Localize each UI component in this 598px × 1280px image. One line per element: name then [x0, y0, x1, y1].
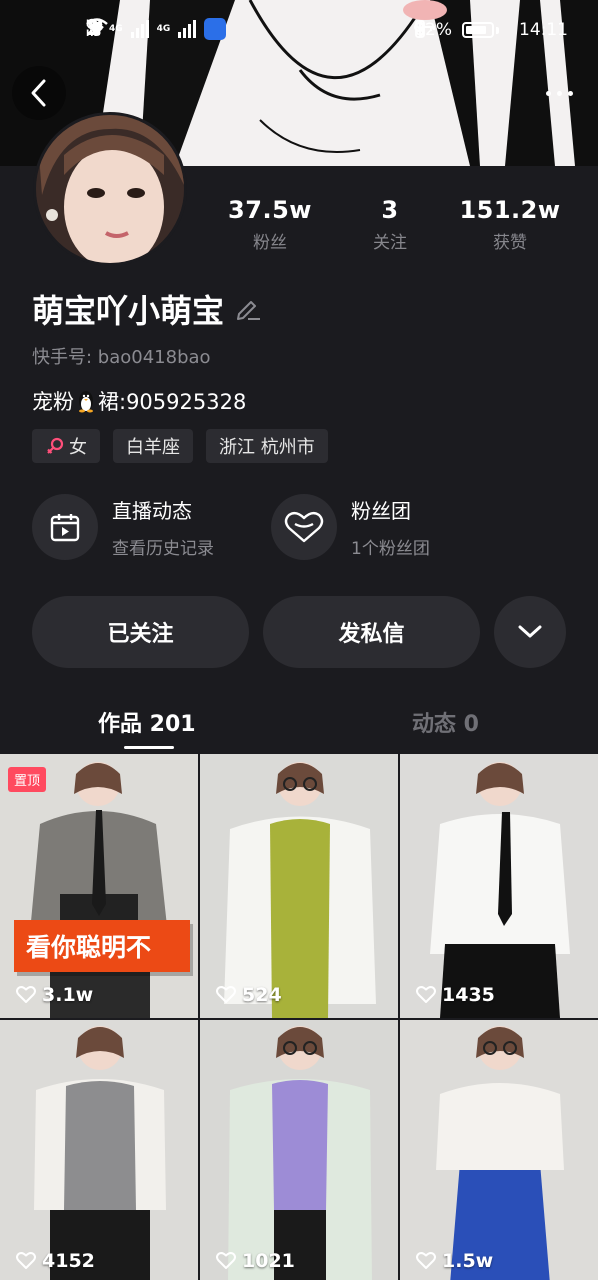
- more-dot-icon: [556, 90, 562, 96]
- tab-works[interactable]: 作品 201: [98, 706, 196, 738]
- female-icon: [47, 437, 64, 454]
- post-like-count: 4152: [42, 1250, 95, 1272]
- post-tile[interactable]: 1435: [400, 754, 598, 1018]
- post-like-count: 1435: [442, 984, 495, 1006]
- pinned-badge: 置顶: [8, 767, 47, 792]
- post-thumbnail: [200, 1020, 398, 1280]
- post-tile[interactable]: 置顶 看你聪明不 3.1w: [0, 754, 198, 1018]
- avatar-photo: [36, 115, 184, 263]
- signal-2-icon: [178, 20, 197, 38]
- post-thumbnail: [0, 1020, 198, 1280]
- entry-fan-club[interactable]: 粉丝团 1个粉丝团: [271, 494, 430, 560]
- edit-pencil-icon[interactable]: [234, 295, 262, 323]
- battery-icon: [462, 22, 494, 38]
- entry-live-history[interactable]: 直播动态 查看历史记录: [32, 494, 214, 560]
- status-bar: HD HD 4G 4G 82% 14:11: [0, 14, 598, 54]
- battery-tip: [496, 26, 499, 34]
- post-likes: 3.1w: [16, 984, 93, 1006]
- post-likes: 524: [216, 984, 282, 1006]
- bio-suffix: 裙:905925328: [98, 390, 247, 414]
- post-like-count: 1.5w: [442, 1250, 494, 1272]
- post-like-count: 1021: [242, 1250, 295, 1272]
- vibrate-icon: [415, 20, 426, 38]
- post-likes: 1435: [416, 984, 495, 1006]
- signal-1-icon: [130, 20, 149, 38]
- post-thumbnail: [0, 754, 198, 1018]
- post-thumbnail: [400, 754, 598, 1018]
- entry-title: 粉丝团: [351, 499, 411, 523]
- post-likes: 4152: [16, 1250, 95, 1272]
- kuaishou-id[interactable]: 快手号: bao0418bao: [32, 343, 211, 369]
- followed-button[interactable]: 已关注: [32, 596, 249, 668]
- bulb-app-icon: [86, 18, 227, 40]
- stat-label: 关注: [373, 233, 407, 253]
- signal-2-label: 4G: [156, 24, 171, 34]
- stat-value: 3: [381, 196, 399, 224]
- send-message-button[interactable]: 发私信: [263, 596, 480, 668]
- chevron-down-icon: [518, 625, 542, 638]
- profile-tags: 女 白羊座 浙江 杭州市: [32, 429, 328, 463]
- tag-gender: 女: [32, 429, 100, 463]
- avatar[interactable]: [33, 112, 187, 266]
- bio-prefix: 宠粉: [32, 390, 74, 414]
- entry-text: 粉丝团 1个粉丝团: [351, 495, 430, 559]
- post-tile[interactable]: 524: [200, 754, 398, 1018]
- heart-outline-icon: [416, 986, 436, 1003]
- heart-badge-icon: [284, 511, 324, 543]
- tag-label: 女: [69, 437, 87, 458]
- post-like-count: 3.1w: [42, 984, 94, 1006]
- signal-1-label: 4G: [109, 24, 123, 34]
- stat-following[interactable]: 3 关注: [330, 196, 450, 253]
- tag-label: 白羊座: [126, 437, 180, 458]
- heart-outline-icon: [216, 1252, 236, 1269]
- tag-location: 浙江 杭州市: [206, 429, 328, 463]
- post-like-count: 524: [242, 984, 282, 1006]
- nickname: 萌宝吖小萌宝: [32, 292, 225, 330]
- stat-value: 37.5w: [228, 196, 312, 224]
- post-likes: 1021: [216, 1250, 295, 1272]
- live-calendar-icon: [50, 514, 80, 542]
- post-tile[interactable]: 1021: [200, 1020, 398, 1280]
- stat-followers[interactable]: 37.5w 粉丝: [210, 196, 330, 253]
- entry-text: 直播动态 查看历史记录: [112, 495, 214, 559]
- post-tile[interactable]: 4152: [0, 1020, 198, 1280]
- heart-outline-icon: [16, 986, 36, 1003]
- stat-label: 粉丝: [253, 233, 287, 253]
- entry-subtitle: 查看历史记录: [112, 539, 214, 559]
- qq-penguin-icon: [79, 391, 93, 413]
- more-dot-icon: [545, 90, 551, 96]
- more-options-button[interactable]: [538, 78, 580, 108]
- more-actions-button[interactable]: [494, 596, 566, 668]
- content-tabs: 作品 201 动态 0: [0, 700, 598, 756]
- tag-label: 浙江 杭州市: [219, 437, 315, 458]
- entry-icon-wrap: [32, 494, 98, 560]
- back-button[interactable]: [12, 66, 66, 120]
- entry-icon-wrap: [271, 494, 337, 560]
- post-likes: 1.5w: [416, 1250, 493, 1272]
- heart-outline-icon: [16, 1252, 36, 1269]
- stat-value: 151.2w: [459, 196, 561, 224]
- post-thumbnail: [400, 1020, 598, 1280]
- post-caption: 看你聪明不: [14, 920, 190, 972]
- heart-outline-icon: [416, 1252, 436, 1269]
- stat-label: 获赞: [493, 233, 527, 253]
- tag-zodiac: 白羊座: [113, 429, 193, 463]
- more-dot-icon: [567, 90, 573, 96]
- entry-subtitle: 1个粉丝团: [351, 539, 430, 559]
- stat-likes[interactable]: 151.2w 获赞: [450, 196, 570, 253]
- bio: 宠粉 裙:905925328: [32, 386, 246, 416]
- chevron-left-icon: [31, 79, 46, 107]
- status-time: 14:11: [519, 20, 568, 40]
- heart-outline-icon: [216, 986, 236, 1003]
- post-tile[interactable]: 1.5w: [400, 1020, 598, 1280]
- entry-title: 直播动态: [112, 499, 192, 523]
- tab-moments[interactable]: 动态 0: [412, 706, 479, 738]
- active-tab-indicator: [124, 746, 174, 749]
- nickname-row: 萌宝吖小萌宝: [32, 286, 262, 332]
- post-thumbnail: [200, 754, 398, 1018]
- profile-stats: 37.5w 粉丝 3 关注 151.2w 获赞: [210, 196, 590, 253]
